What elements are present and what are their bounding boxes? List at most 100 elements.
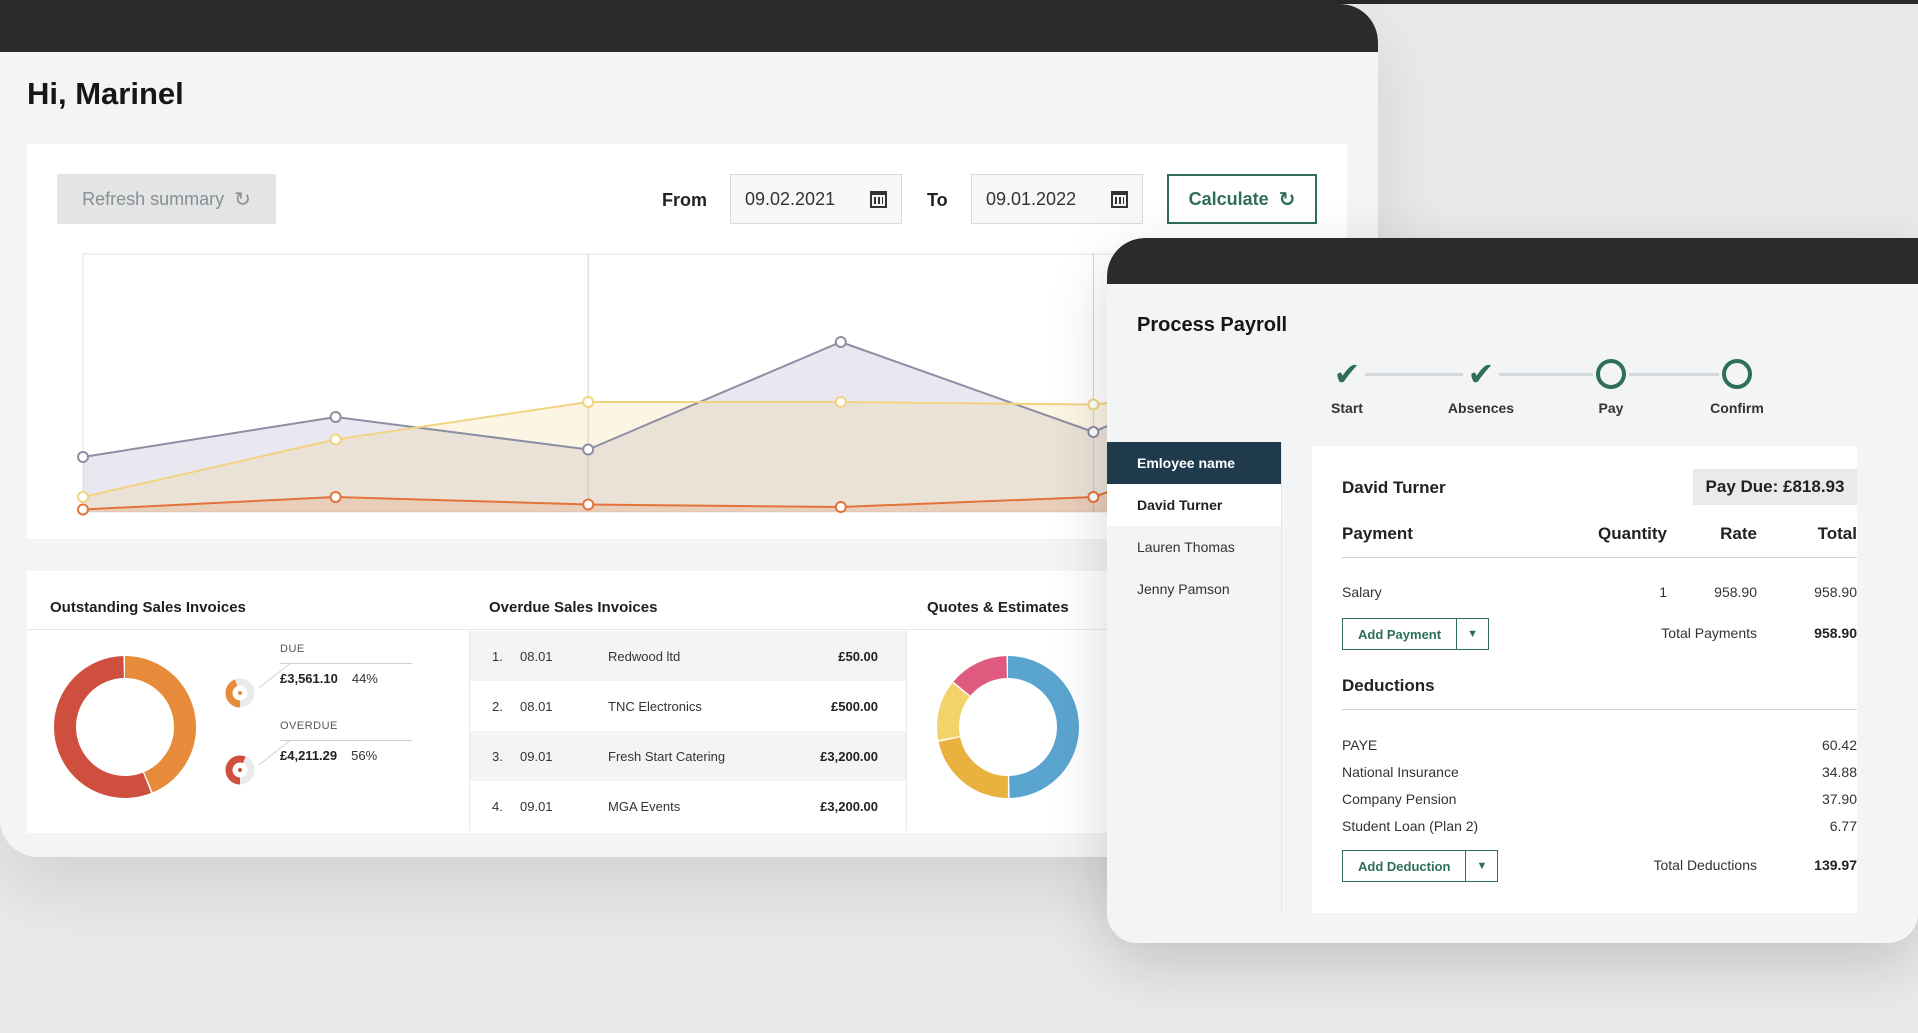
refresh-icon: ↻ xyxy=(1278,188,1296,211)
due-label: DUE xyxy=(280,643,305,655)
deduction-name: Company Pension xyxy=(1342,791,1457,807)
data-point[interactable] xyxy=(77,451,89,463)
data-point[interactable] xyxy=(834,396,847,408)
payment-header: Payment xyxy=(1342,524,1413,543)
payment-rate: 958.90 xyxy=(1714,584,1757,600)
quotes-title: Quotes & Estimates xyxy=(927,599,1069,616)
total-payments-label: Total Payments xyxy=(1661,625,1757,641)
calendar-icon[interactable] xyxy=(1111,190,1128,208)
due-rule xyxy=(280,663,412,664)
step-confirm[interactable]: Confirm xyxy=(1677,358,1797,416)
payroll-title-bar xyxy=(1107,238,1918,284)
data-point[interactable] xyxy=(1087,398,1100,411)
add-deduction-button[interactable]: Add Deduction xyxy=(1342,850,1467,882)
pay-due-badge: Pay Due: £818.93 xyxy=(1693,469,1857,505)
quantity-header: Quantity xyxy=(1598,524,1667,543)
data-point[interactable] xyxy=(1087,426,1100,438)
employee-name: David Turner xyxy=(1342,478,1446,497)
due-mini-donut xyxy=(225,678,255,708)
invoice-date: 08.01 xyxy=(520,648,553,664)
invoice-customer: MGA Events xyxy=(608,798,681,814)
due-percent: 44% xyxy=(351,671,378,686)
payment-divider xyxy=(1342,557,1857,558)
deduction-amount: 60.42 xyxy=(1821,737,1857,753)
step-circle-icon xyxy=(1722,359,1752,389)
step-absences[interactable]: ✔ Absences xyxy=(1421,358,1541,416)
data-point[interactable] xyxy=(329,433,342,446)
data-point[interactable] xyxy=(1087,491,1100,503)
to-date-input[interactable]: 09.01.2022 xyxy=(971,174,1143,224)
data-point[interactable] xyxy=(329,491,342,503)
payroll-stepper: ✔ Start ✔ Absences Pay Confirm xyxy=(1287,358,1807,428)
invoice-date: 09.01 xyxy=(520,748,553,764)
data-point[interactable] xyxy=(77,503,89,516)
table-row[interactable]: 1. 08.01 Redwood ltd £50.00 xyxy=(470,631,906,681)
calculate-label: Calculate xyxy=(1188,188,1269,209)
total-payments-value: 958.90 xyxy=(1814,625,1857,641)
data-point[interactable] xyxy=(77,491,89,503)
step-pay[interactable]: Pay xyxy=(1551,358,1671,416)
invoice-number: 2. xyxy=(492,698,503,714)
data-point[interactable] xyxy=(329,411,342,423)
employee-list-item[interactable]: Jenny Pamson xyxy=(1107,568,1281,610)
data-point[interactable] xyxy=(582,396,595,408)
calculate-button[interactable]: Calculate ↻ xyxy=(1167,174,1317,224)
refresh-summary-label: Refresh summary xyxy=(82,188,225,209)
deduction-name: Student Loan (Plan 2) xyxy=(1342,818,1479,834)
total-deductions-label: Total Deductions xyxy=(1653,857,1757,873)
refresh-summary-button[interactable]: Refresh summary ↻ xyxy=(57,174,276,224)
data-point[interactable] xyxy=(834,336,847,348)
step-indicator: ✔ xyxy=(1331,358,1363,390)
payslip-panel: David Turner Pay Due: £818.93 Payment Qu… xyxy=(1312,446,1857,913)
invoice-amount: £3,200.00 xyxy=(820,798,878,814)
invoice-amount: £50.00 xyxy=(838,648,878,664)
step-label: Confirm xyxy=(1710,400,1764,416)
from-label: From xyxy=(662,190,707,210)
invoice-date: 08.01 xyxy=(520,698,553,714)
screen: Hi, Marinel Refresh summary ↻ From 09.02… xyxy=(0,0,1918,1033)
outstanding-title: Outstanding Sales Invoices xyxy=(50,599,246,616)
add-payment-button[interactable]: Add Payment xyxy=(1342,618,1458,650)
table-row[interactable]: 3. 09.01 Fresh Start Catering £3,200.00 xyxy=(470,731,906,781)
payroll-window: Process Payroll ✔ Start ✔ Absences Pay Confir… xyxy=(1107,238,1918,943)
dashboard-title-bar xyxy=(0,4,1378,52)
step-circle-icon xyxy=(1596,359,1626,389)
step-indicator: ✔ xyxy=(1465,358,1497,390)
invoice-number: 4. xyxy=(492,798,503,814)
due-amount-value: £3,561.10 xyxy=(280,671,338,686)
data-point[interactable] xyxy=(834,501,847,513)
invoice-amount: £500.00 xyxy=(831,698,878,714)
employee-list-item[interactable]: David Turner xyxy=(1107,484,1281,526)
deduction-amount: 6.77 xyxy=(1829,818,1857,834)
check-icon: ✔ xyxy=(1333,356,1361,392)
overdue-rule xyxy=(280,740,412,741)
deductions-divider xyxy=(1342,709,1857,710)
deduction-name: PAYE xyxy=(1342,737,1378,753)
payment-total: 958.90 xyxy=(1814,584,1857,600)
employee-list-item[interactable]: Lauren Thomas xyxy=(1107,526,1281,568)
outstanding-donut xyxy=(54,656,196,798)
invoice-date: 09.01 xyxy=(520,798,553,814)
chevron-down-icon[interactable]: ▼ xyxy=(1457,618,1490,650)
add-payment-split-button: Add Payment ▼ xyxy=(1342,618,1490,650)
calendar-icon[interactable] xyxy=(870,190,887,208)
overdue-label: OVERDUE xyxy=(280,720,338,732)
quotes-donut xyxy=(937,656,1079,798)
check-icon: ✔ xyxy=(1467,356,1495,392)
table-row[interactable]: 4. 09.01 MGA Events £3,200.00 xyxy=(470,781,906,831)
employee-list-header: Emloyee name xyxy=(1107,442,1281,484)
total-deductions-value: 139.97 xyxy=(1814,857,1857,873)
step-start[interactable]: ✔ Start xyxy=(1287,358,1407,416)
data-point[interactable] xyxy=(582,443,595,456)
deductions-title: Deductions xyxy=(1342,676,1435,695)
data-point[interactable] xyxy=(582,498,595,511)
table-row[interactable]: 2. 08.01 TNC Electronics £500.00 xyxy=(470,681,906,731)
invoice-number: 3. xyxy=(492,748,503,764)
payment-quantity: 1 xyxy=(1659,584,1667,600)
from-date-value: 09.02.2021 xyxy=(745,188,836,209)
to-date-value: 09.01.2022 xyxy=(986,188,1077,209)
invoice-number: 1. xyxy=(492,648,503,664)
overdue-amount-value: £4,211.29 xyxy=(280,748,338,763)
from-date-input[interactable]: 09.02.2021 xyxy=(730,174,902,224)
chevron-down-icon[interactable]: ▼ xyxy=(1466,850,1499,882)
